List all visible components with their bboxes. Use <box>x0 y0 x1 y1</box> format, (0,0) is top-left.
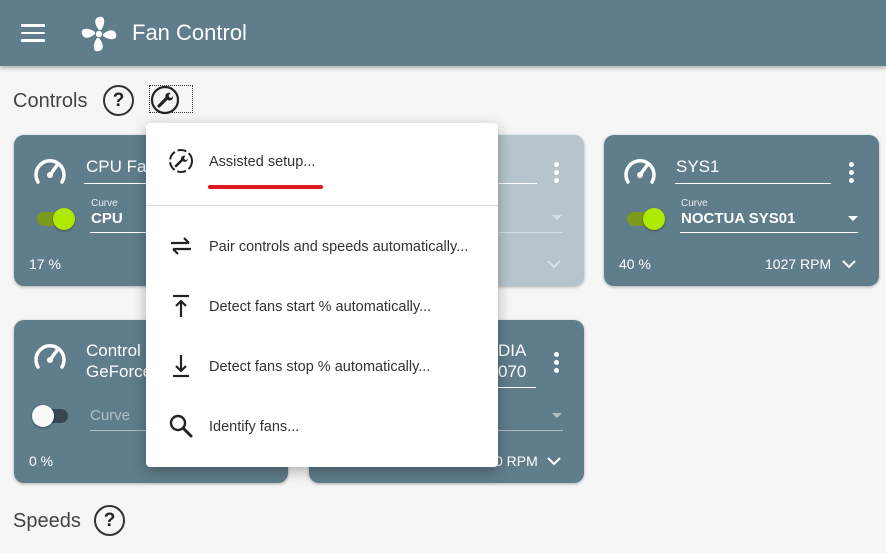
control-name-line1[interactable]: Control <box>86 341 141 361</box>
enable-toggle[interactable] <box>37 208 75 230</box>
app-title: Fan Control <box>132 20 247 45</box>
toggle-knob <box>32 405 54 427</box>
more-options-icon[interactable] <box>849 162 855 184</box>
curve-dropdown-caret[interactable] <box>552 215 562 220</box>
curve-dropdown-caret[interactable] <box>848 216 858 221</box>
enable-toggle[interactable] <box>627 208 665 230</box>
curve-caption: Curve <box>681 198 708 209</box>
name-underline <box>499 183 537 184</box>
more-options-icon[interactable] <box>554 162 560 184</box>
arrow-up-bar-icon <box>173 294 189 317</box>
control-percent: 0 % <box>29 453 54 469</box>
speeds-title: Speeds <box>13 510 81 532</box>
menu-item-label: Detect fans start % automatically... <box>209 299 432 315</box>
highlight-underline <box>208 185 323 189</box>
assisted-setup-icon <box>169 149 193 173</box>
menu-item-assisted-setup[interactable]: Assisted setup... <box>146 134 498 190</box>
gauge-icon <box>34 159 66 184</box>
controls-help-button[interactable]: ? <box>103 85 134 116</box>
control-rpm: 0 RPM <box>495 453 538 469</box>
curve-select-underline <box>680 232 858 233</box>
expand-chevron-icon[interactable] <box>841 259 857 269</box>
control-rpm: 1027 RPM <box>765 256 832 272</box>
wrench-icon <box>150 85 180 115</box>
menu-item-label: Assisted setup... <box>209 154 316 170</box>
menu-item-pair-controls[interactable]: Pair controls and speeds automatically..… <box>146 219 498 275</box>
curve-select-underline <box>499 232 563 233</box>
menu-item-detect-start[interactable]: Detect fans start % automatically... <box>146 279 498 335</box>
tools-button[interactable] <box>149 85 193 115</box>
control-name-line2[interactable]: 070 <box>498 362 526 382</box>
control-card-sys1: SYS1 Curve NOCTUA SYS01 40 % 1027 RPM <box>604 135 879 286</box>
name-underline <box>498 387 536 388</box>
gauge-icon <box>624 159 656 184</box>
menu-divider <box>146 205 498 206</box>
curve-select-underline <box>90 430 150 431</box>
controls-title: Controls <box>13 90 88 112</box>
menu-item-detect-stop[interactable]: Detect fans stop % automatically... <box>146 339 498 395</box>
menu-item-label: Pair controls and speeds automatically..… <box>209 239 469 255</box>
swap-arrows-icon <box>171 237 191 255</box>
control-name-line2[interactable]: GeForce <box>86 362 152 382</box>
expand-chevron-icon[interactable] <box>546 456 562 466</box>
app-bar: Fan Control <box>0 0 886 66</box>
more-options-icon[interactable] <box>554 352 560 374</box>
fan-logo-icon <box>81 16 117 52</box>
tools-menu: Assisted setup... Pair controls and spee… <box>146 123 498 467</box>
search-icon <box>169 414 193 438</box>
curve-select-value[interactable]: NOCTUA SYS01 <box>681 210 795 227</box>
menu-item-label: Detect fans stop % automatically... <box>209 359 431 375</box>
toggle-knob <box>643 208 665 230</box>
arrow-down-bar-icon <box>173 355 189 378</box>
curve-select-value[interactable]: CPU <box>91 210 123 227</box>
expand-chevron-icon[interactable] <box>546 259 562 269</box>
curve-select-underline <box>498 430 563 431</box>
enable-toggle[interactable] <box>32 405 68 427</box>
menu-item-label: Identify fans... <box>209 419 300 435</box>
control-name[interactable]: SYS1 <box>676 157 719 177</box>
curve-dropdown-caret[interactable] <box>552 413 562 418</box>
speeds-help-button[interactable]: ? <box>94 505 125 536</box>
control-percent: 17 % <box>29 256 61 272</box>
gauge-icon <box>34 344 66 369</box>
curve-select-placeholder[interactable]: Curve <box>90 407 130 424</box>
menu-item-identify-fans[interactable]: Identify fans... <box>146 399 498 455</box>
control-percent: 40 % <box>619 256 651 272</box>
curve-select-underline <box>90 232 150 233</box>
toggle-knob <box>53 208 75 230</box>
menu-icon[interactable] <box>21 24 45 42</box>
curve-caption: Curve <box>91 198 118 209</box>
name-underline <box>675 183 831 184</box>
control-name-line1[interactable]: DIA <box>498 341 526 361</box>
